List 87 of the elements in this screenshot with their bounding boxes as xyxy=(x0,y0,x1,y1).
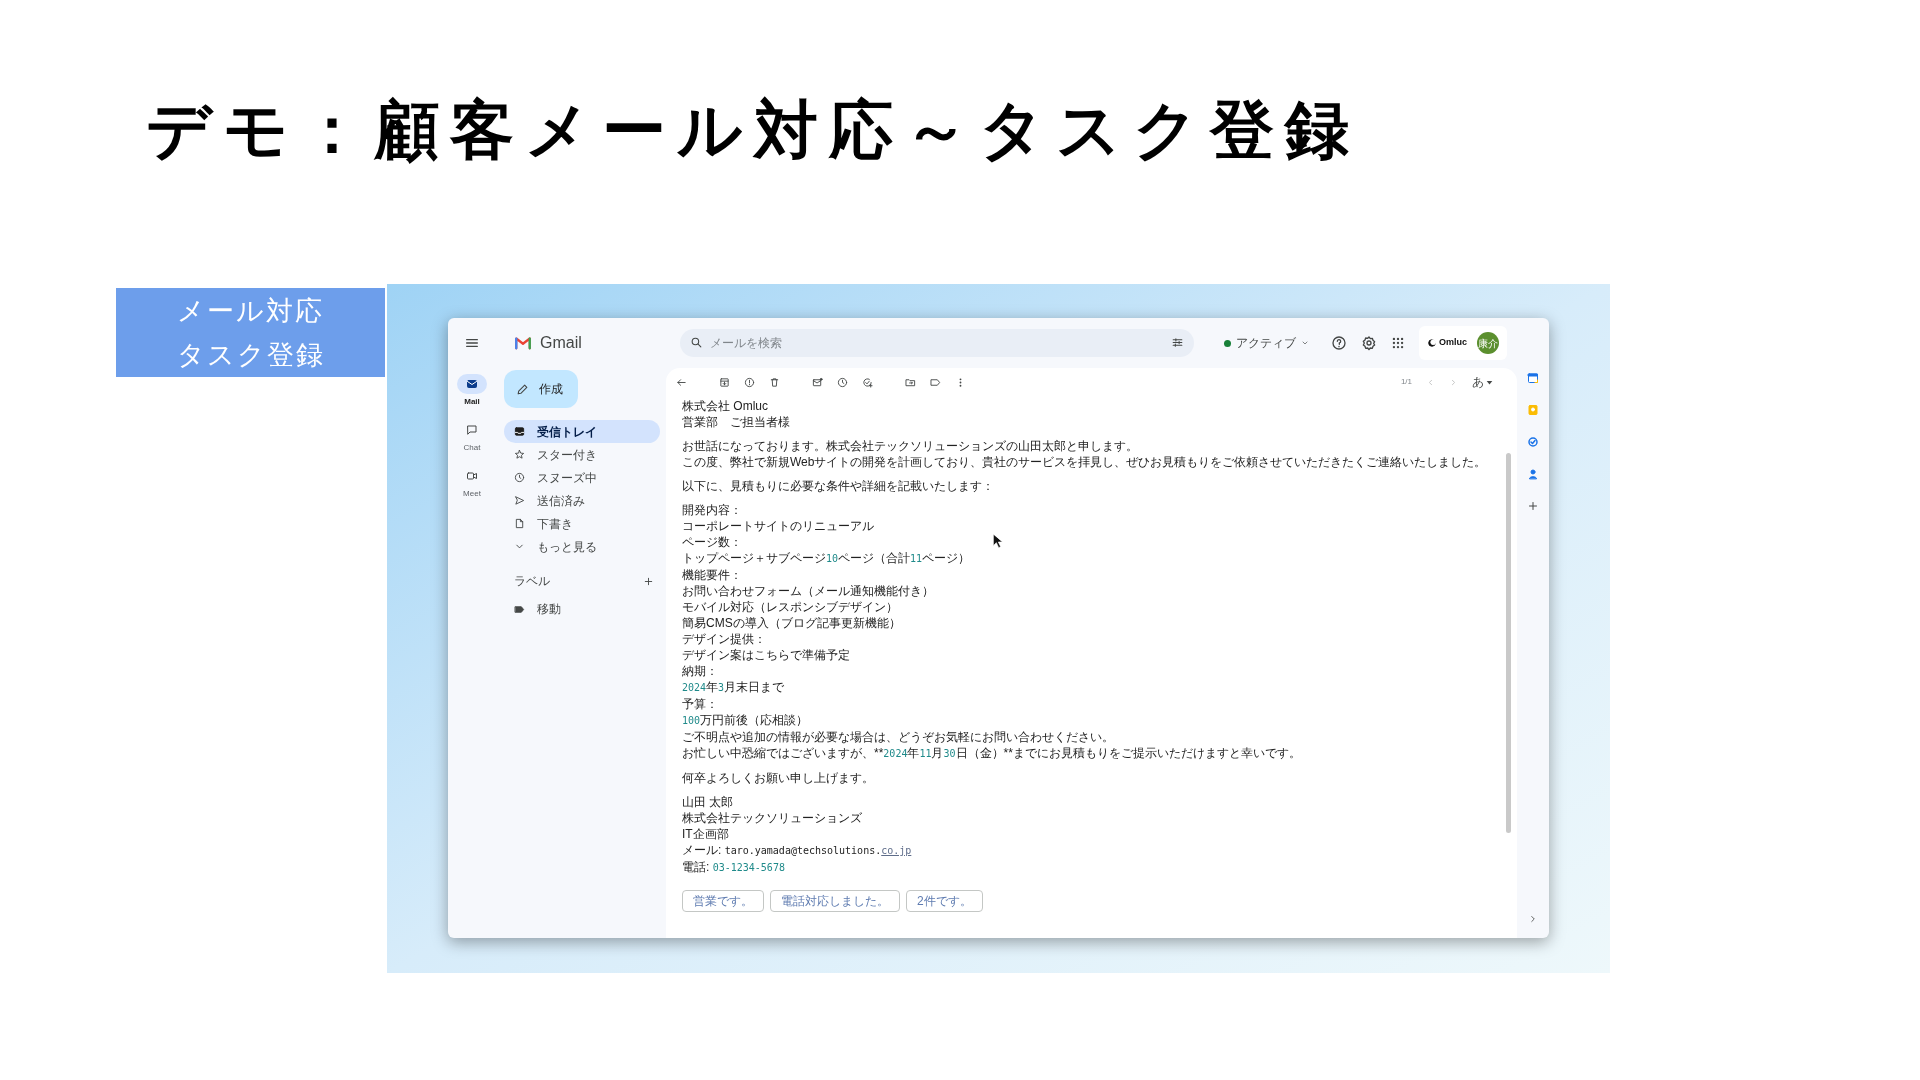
avatar[interactable]: 康介 xyxy=(1477,332,1499,354)
back-arrow-icon[interactable] xyxy=(676,376,687,388)
app-name: Gmail xyxy=(540,333,582,353)
email-line: 納期： xyxy=(682,663,718,679)
org-logo-icon xyxy=(1427,338,1437,348)
email-line: 予算： xyxy=(682,696,718,712)
nav-item[interactable]: スター付き xyxy=(504,443,660,466)
inbox-icon xyxy=(514,426,525,437)
plus-icon[interactable] xyxy=(643,575,654,587)
chat-bubble-icon xyxy=(466,424,478,436)
clock-icon xyxy=(514,472,525,483)
email-line: デザイン提供： xyxy=(682,631,766,647)
add-task-icon[interactable] xyxy=(862,376,873,388)
email-line: 2024年3月末日まで xyxy=(682,679,785,696)
calendar-icon[interactable] xyxy=(1527,372,1539,384)
status-button[interactable]: アクティブ xyxy=(1216,330,1317,356)
email-line: 簡易CMSの導入（ブログ記事更新機能） xyxy=(682,615,901,631)
label-item[interactable]: 移動 xyxy=(514,600,666,618)
apps-grid-icon[interactable] xyxy=(1391,336,1405,350)
nav-item[interactable]: 送信済み xyxy=(504,489,660,512)
email-line: ご不明点や追加の情報が必要な場合は、どうぞお気軽にお問い合わせください。 xyxy=(682,729,1114,745)
person-icon[interactable] xyxy=(1527,468,1539,480)
check-circle-icon[interactable] xyxy=(1527,436,1539,448)
video-camera-icon xyxy=(466,470,478,482)
labels-heading: ラベル xyxy=(514,573,550,590)
account-card[interactable]: Omluc 康介 xyxy=(1419,326,1507,360)
input-tool-button[interactable]: あ xyxy=(1472,373,1493,391)
email-line: 山田 太郎 xyxy=(682,794,734,810)
email-line: お問い合わせフォーム（メール通知機能付き） xyxy=(682,583,934,599)
smart-reply-chip[interactable]: 2件です。 xyxy=(906,890,983,912)
email-line: メール: taro.yamada@techsolutions.co.jp xyxy=(682,842,912,859)
archive-icon[interactable] xyxy=(719,376,730,388)
pencil-icon xyxy=(516,382,529,396)
email-line: 株式会社 Omluc xyxy=(682,398,768,414)
nav-item[interactable]: もっと見る xyxy=(504,535,660,558)
email-line: モバイル対応（レスポンシブデザイン） xyxy=(682,599,898,615)
nav-item[interactable]: 下書き xyxy=(504,512,660,535)
mark-unread-icon[interactable] xyxy=(812,376,823,388)
email-line: ページ数： xyxy=(682,534,742,550)
nav-item[interactable]: 受信トレイ xyxy=(504,420,660,443)
org-logo-text: Omluc xyxy=(1439,336,1467,350)
filter-sliders-icon[interactable] xyxy=(1171,336,1184,349)
settings-icon[interactable] xyxy=(1361,335,1377,351)
email-line: 以下に、見積もりに必要な条件や詳細を記載いたします： xyxy=(682,478,994,494)
email-line: 何卒よろしくお願い申し上げます。 xyxy=(682,770,874,786)
chevron-right-icon[interactable] xyxy=(1528,914,1538,924)
slide-title: デモ：顧客メール対応～タスク登録 xyxy=(146,93,1360,168)
chevron-down-icon xyxy=(1301,339,1309,347)
smart-reply-chip[interactable]: 営業です。 xyxy=(682,890,764,912)
section-label-text: メール対応 xyxy=(177,294,324,328)
email-line: 営業部 ご担当者様 xyxy=(682,414,790,430)
email-line: 100万円前後（応相談） xyxy=(682,712,809,729)
plus-icon[interactable] xyxy=(1527,500,1539,512)
mail-icon xyxy=(466,378,478,390)
gmail-logo-icon xyxy=(512,334,534,352)
help-icon[interactable] xyxy=(1331,335,1347,351)
search-field[interactable]: メールを検索 xyxy=(680,329,1194,357)
email-line: 開発内容： xyxy=(682,502,742,518)
label-icon[interactable] xyxy=(930,376,941,388)
email-line: この度、弊社で新規Webサイトの開発を計画しており、貴社のサービスを拝見し、ぜひお見積もりをご依頼させていただきたくご連絡いたしました。 xyxy=(682,454,1487,470)
rail-item[interactable]: Chat xyxy=(457,420,487,454)
report-icon[interactable] xyxy=(744,376,755,388)
email-line: お世話になっております。株式会社テックソリューションズの山田太郎と申します。 xyxy=(682,438,1138,454)
rail-item[interactable]: Meet xyxy=(457,466,487,500)
search-icon xyxy=(690,336,703,349)
clock-icon[interactable] xyxy=(837,376,848,388)
email-line: デザイン案はこちらで準備予定 xyxy=(682,647,850,663)
section-label-text: タスク登録 xyxy=(176,338,325,372)
email-line: 株式会社テックソリューションズ xyxy=(682,810,862,826)
email-line: トップページ＋サブページ10ページ（合計11ページ） xyxy=(682,550,971,567)
scrollbar[interactable] xyxy=(1506,453,1511,833)
compose-button[interactable]: 作成 xyxy=(504,370,578,408)
trash-icon[interactable] xyxy=(769,376,780,388)
move-folder-icon[interactable] xyxy=(905,376,916,388)
nav-item[interactable]: スヌーズ中 xyxy=(504,466,660,489)
email-line: IT企画部 xyxy=(682,826,729,842)
document-icon xyxy=(514,518,525,529)
smart-reply-chip[interactable]: 電話対応しました。 xyxy=(770,890,900,912)
star-icon xyxy=(514,449,525,460)
caret-icon xyxy=(1486,378,1493,386)
email-line: 電話: 03-1234-5678 xyxy=(682,859,785,876)
send-icon xyxy=(514,495,525,506)
tag-icon xyxy=(514,603,525,615)
email-line: お忙しい中恐縮ではございますが、**2024年11月 30 日（金）**までにお見積もりをご提示いただけますと幸いです。 xyxy=(682,745,1301,762)
email-line: 機能要件： xyxy=(682,567,742,583)
email-line: コーポレートサイトのリニューアル xyxy=(682,518,874,534)
pager-text: 1/1 xyxy=(1400,376,1412,388)
